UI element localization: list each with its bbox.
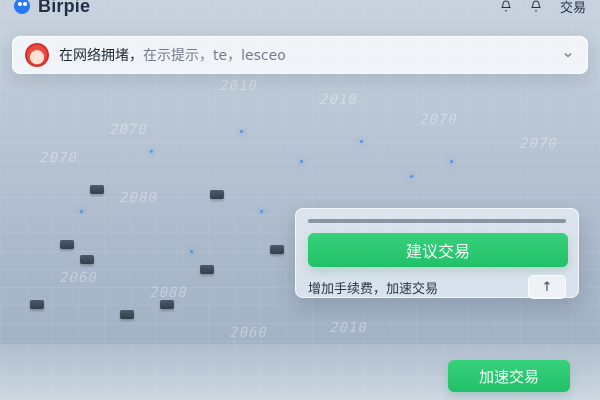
avatar <box>25 43 49 67</box>
bell-icon[interactable] <box>500 0 512 12</box>
chevron-down-icon[interactable] <box>559 46 577 64</box>
background-spark <box>190 250 193 253</box>
progress-bar <box>308 219 566 223</box>
network-congestion-banner[interactable]: 在网络拥堵，在示提示，te，lesceo <box>12 36 588 74</box>
background-spark <box>410 175 413 178</box>
background-chip <box>60 240 74 249</box>
fee-hint-row: 增加手续费，加速交易 ↑ <box>308 275 566 299</box>
background-spark <box>150 150 153 153</box>
fee-suggestion-card: 建议交易 增加手续费，加速交易 ↑ <box>295 208 579 299</box>
background-chip <box>210 190 224 199</box>
background-spark <box>300 160 303 163</box>
top-actions: 交易 <box>500 0 586 16</box>
increase-fee-button[interactable]: ↑ <box>528 275 566 299</box>
banner-muted-text: 在示提示，te，lesceo <box>143 48 286 64</box>
banner-text: 在网络拥堵，在示提示，te，lesceo <box>59 45 559 65</box>
background-chip <box>270 245 284 254</box>
progress-fill <box>308 219 566 223</box>
background-chip <box>80 255 94 264</box>
top-bar: Birpie 交易 <box>0 0 600 18</box>
background-chip <box>200 265 214 274</box>
logo-icon <box>14 0 30 14</box>
background-chip <box>120 310 134 319</box>
banner-main-text: 在网络拥堵， <box>59 48 143 64</box>
brand-name: Birpie <box>38 0 91 16</box>
background-spark <box>450 160 453 163</box>
bell-icon[interactable] <box>530 0 542 12</box>
trade-link[interactable]: 交易 <box>560 0 586 16</box>
background-spark <box>80 210 83 213</box>
background-chip <box>90 185 104 194</box>
background-spark <box>360 140 363 143</box>
background-spark <box>260 210 263 213</box>
accelerate-trade-button[interactable]: 加速交易 <box>448 360 570 392</box>
suggest-trade-button[interactable]: 建议交易 <box>308 233 568 267</box>
background-spark <box>240 130 243 133</box>
fee-hint-text: 增加手续费，加速交易 <box>308 281 439 297</box>
background-chip <box>30 300 44 309</box>
brand: Birpie <box>14 0 90 17</box>
background-chip <box>160 300 174 309</box>
bottom-panel: 加速交易 <box>0 344 600 400</box>
